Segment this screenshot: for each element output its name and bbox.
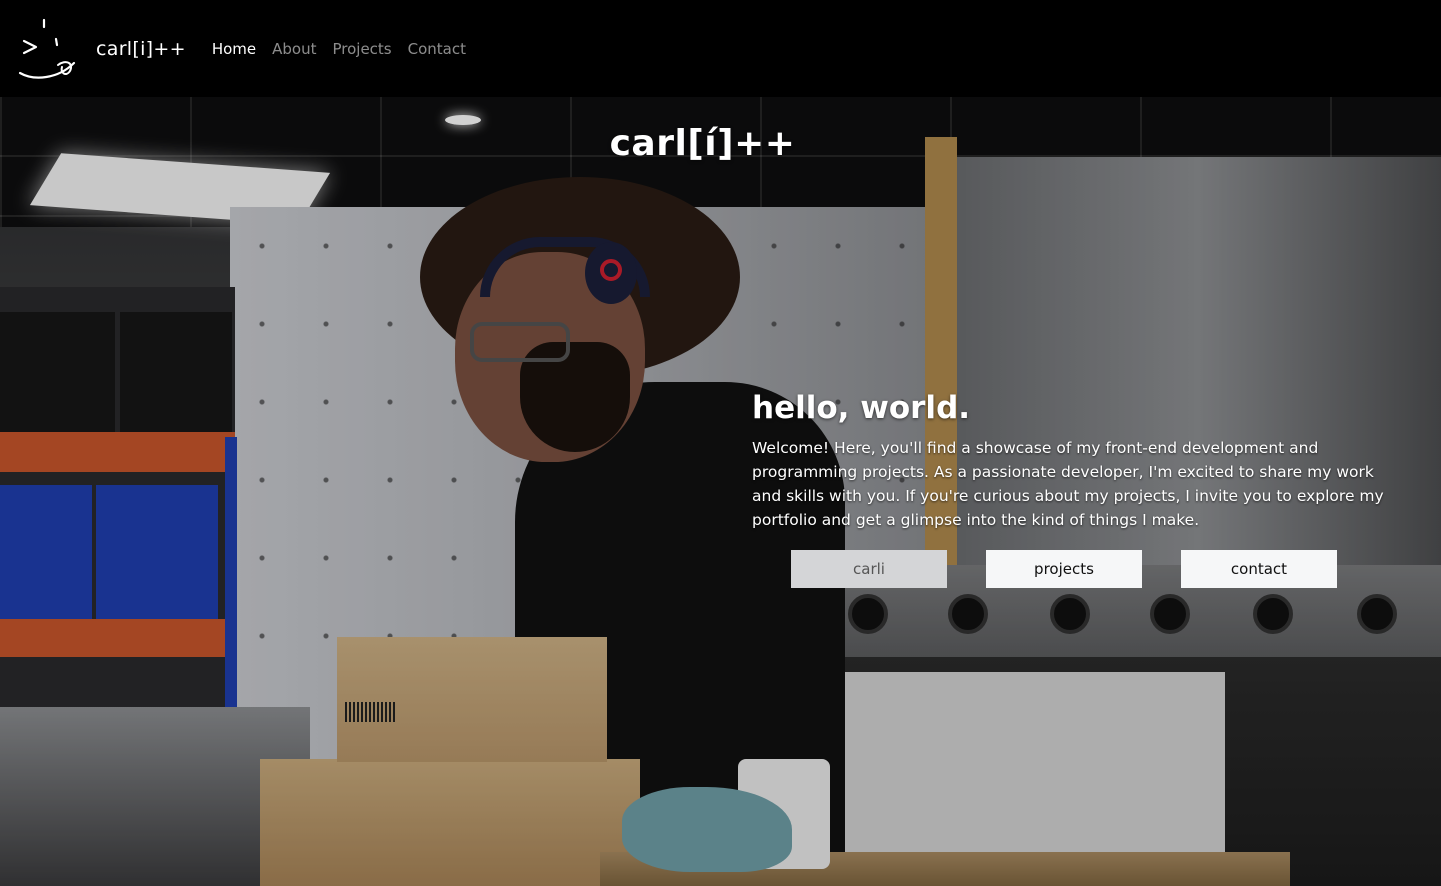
nav-links: Home About Projects Contact xyxy=(204,40,474,58)
navbar: carl[i]++ Home About Projects Contact xyxy=(0,0,1441,97)
nav-link-projects[interactable]: Projects xyxy=(332,40,391,58)
nav-link-home[interactable]: Home xyxy=(212,40,256,58)
contact-button[interactable]: contact xyxy=(1181,550,1337,588)
hero-buttons: carli projects contact xyxy=(791,550,1376,588)
nav-link-about[interactable]: About xyxy=(272,40,316,58)
intro-block: hello, world. Welcome! Here, you'll find… xyxy=(752,390,1392,532)
hero-title: carl[í]++ xyxy=(609,123,796,164)
intro-text: Welcome! Here, you'll find a showcase of… xyxy=(752,439,1384,529)
brand-name: carl[i]++ xyxy=(96,37,186,60)
carli-button[interactable]: carli xyxy=(791,550,947,588)
smiley-logo-icon xyxy=(18,18,76,79)
brand-link[interactable]: carl[i]++ xyxy=(14,15,186,83)
nav-link-contact[interactable]: Contact xyxy=(408,40,466,58)
projects-button[interactable]: projects xyxy=(986,550,1142,588)
intro-heading: hello, world. xyxy=(752,390,971,426)
